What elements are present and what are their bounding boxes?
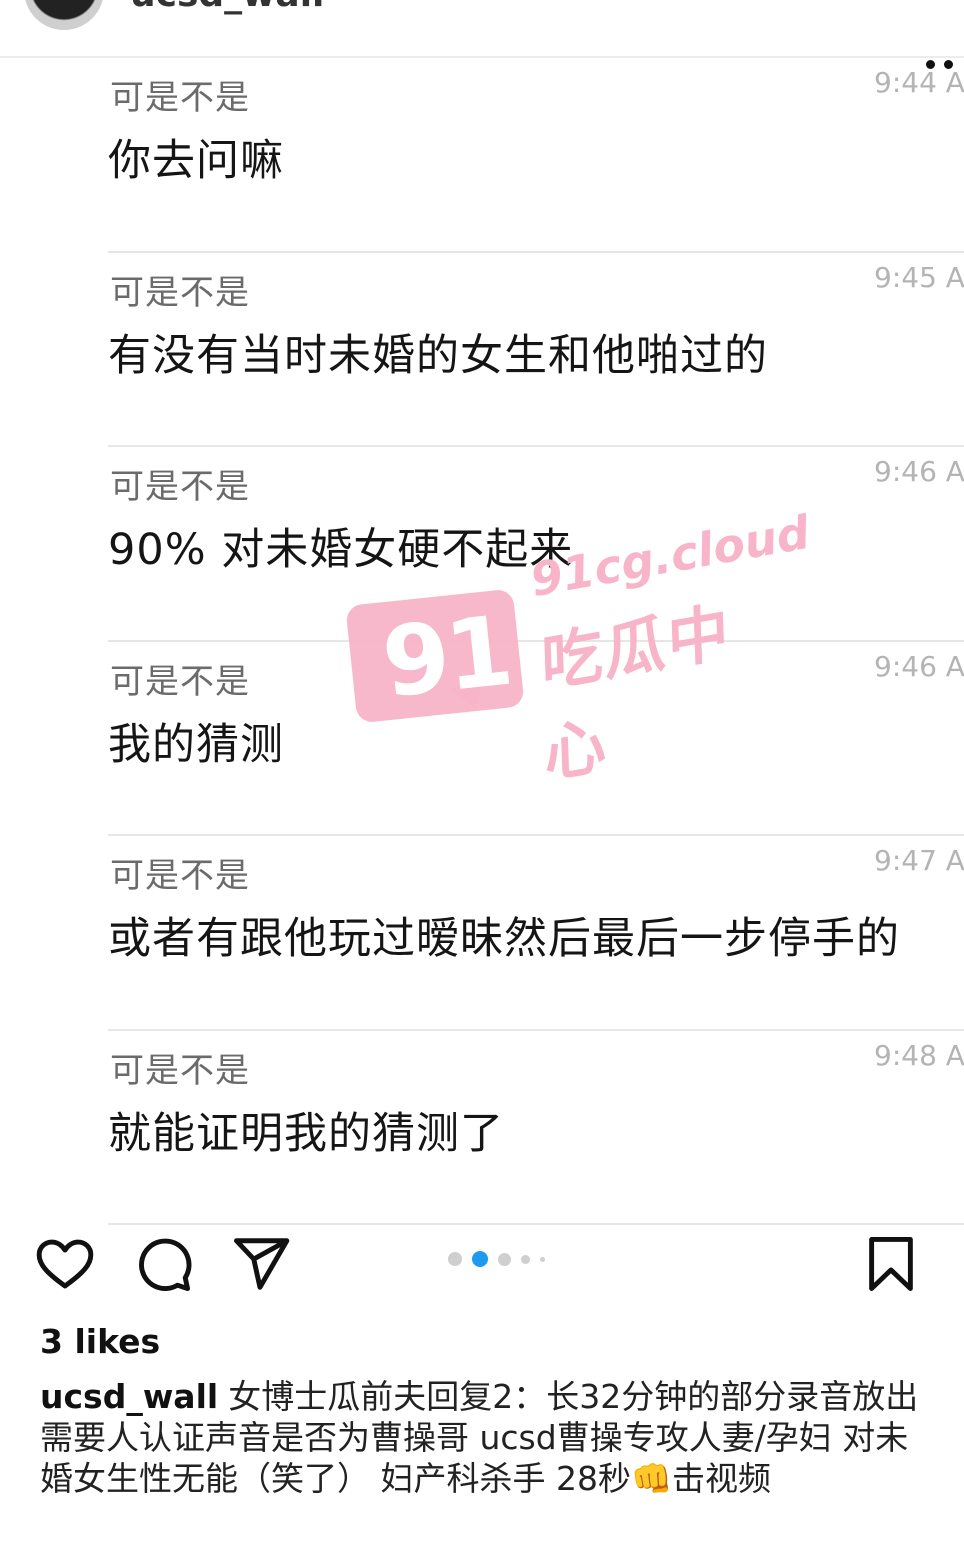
post-header: ucsd_wall [0, 0, 964, 58]
message-time: 9:46 A [874, 649, 964, 683]
post-action-bar [0, 1225, 964, 1305]
message-sender: 可是不是 [110, 467, 250, 507]
share-icon[interactable] [230, 1233, 292, 1295]
message-text: 我的猜测 [108, 719, 284, 770]
carousel-dot [521, 1254, 530, 1264]
message-row: 可是不是 9:44 A 你去问嘛 [0, 58, 964, 253]
message-row: 可是不是 9:45 A 有没有当时未婚的女生和他啪过的 [0, 253, 964, 447]
likes-count[interactable]: 3 likes [40, 1322, 160, 1361]
message-sender: 可是不是 [110, 78, 250, 118]
message-row: 可是不是 9:46 A 我的猜测 [0, 642, 964, 836]
message-row: 可是不是 9:46 A 90% 对未婚女硬不起来 [0, 447, 964, 642]
message-sender: 可是不是 [110, 272, 250, 313]
message-row: 可是不是 9:47 A 或者有跟他玩过暧昧然后最后一步停手的 [0, 836, 964, 1031]
post-caption: ucsd_wall 女博士瓜前夫回复2：长32分钟的部分录音放出 需要人认证声音是… [40, 1376, 930, 1499]
carousel-dot [540, 1256, 545, 1262]
message-sender: 可是不是 [110, 856, 250, 896]
message-text: 90% 对未婚女硬不起来 [108, 525, 574, 575]
post-screen: ucsd_wall 可是不是 9:44 A 你去问嘛 可是不是 9:45 A 有… [0, 0, 964, 1560]
heart-icon[interactable] [34, 1233, 96, 1295]
message-text: 有没有当时未婚的女生和他啪过的 [108, 330, 768, 381]
message-time: 9:48 A [874, 1038, 964, 1072]
carousel-dot [472, 1251, 488, 1267]
header-username[interactable]: ucsd_wall [130, 0, 324, 15]
avatar[interactable] [24, 0, 104, 30]
message-time: 9:44 A [874, 66, 964, 99]
carousel-dot [448, 1252, 462, 1266]
message-sender: 可是不是 [110, 1050, 250, 1091]
message-row: 可是不是 9:48 A 就能证明我的猜测了 [0, 1031, 964, 1225]
message-sender: 可是不是 [110, 661, 250, 702]
caption-username[interactable]: ucsd_wall [40, 1377, 218, 1416]
carousel-indicator [448, 1249, 568, 1269]
message-time: 9:47 A [874, 844, 964, 877]
comment-icon[interactable] [132, 1233, 194, 1295]
bookmark-icon[interactable] [860, 1233, 922, 1295]
chat-screenshot: 可是不是 9:44 A 你去问嘛 可是不是 9:45 A 有没有当时未婚的女生和… [0, 58, 964, 1225]
message-time: 9:45 A [874, 260, 964, 294]
carousel-dot [498, 1252, 511, 1266]
message-text: 你去问嘛 [108, 136, 284, 186]
message-text: 或者有跟他玩过暧昧然后最后一步停手的 [108, 914, 900, 964]
message-time: 9:46 A [874, 455, 964, 488]
message-text: 就能证明我的猜测了 [108, 1108, 504, 1159]
